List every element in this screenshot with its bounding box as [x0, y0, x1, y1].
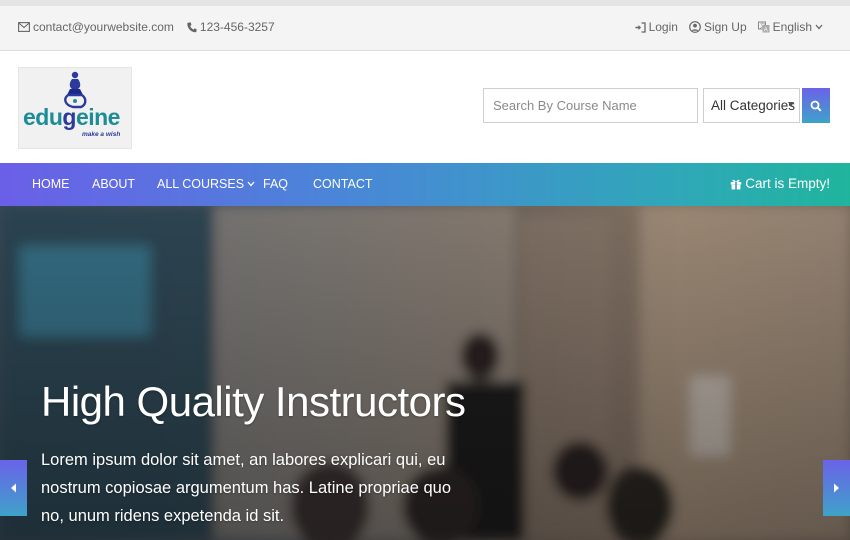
nav-faq[interactable]: FAQ [263, 177, 288, 191]
logo-wordmark: edugeine [23, 104, 120, 130]
hero-description: Lorem ipsum dolor sit amet, an labores e… [41, 451, 451, 525]
chevron-down-icon [815, 24, 823, 30]
language-icon: 文 A [757, 21, 770, 34]
site-header: edugeine make a wish All Categories [0, 51, 850, 163]
user-circle-icon [689, 21, 701, 33]
site-logo[interactable]: edugeine make a wish [18, 67, 132, 149]
svg-text:A: A [763, 28, 767, 34]
course-search-input[interactable] [483, 88, 698, 123]
email-link[interactable]: contact@yourwebsite.com [18, 20, 174, 34]
email-text: contact@yourwebsite.com [33, 20, 174, 34]
cart-label: Cart is Empty! [745, 176, 830, 191]
category-select[interactable]: All Categories [703, 88, 800, 123]
search-button[interactable] [802, 88, 830, 123]
nav-about[interactable]: ABOUT [92, 177, 135, 191]
language-selector[interactable]: 文 A English [757, 20, 826, 34]
search-icon [810, 100, 822, 112]
account-links: Login Sign Up 文 A English [624, 20, 826, 34]
envelope-icon [18, 22, 30, 32]
hero-title: High Quality Instructors [41, 378, 466, 425]
chevron-down-icon [247, 181, 255, 187]
cart-link[interactable]: Cart is Empty! [730, 176, 830, 191]
signup-label: Sign Up [703, 20, 747, 34]
phone-link[interactable]: 123-456-3257 [187, 20, 275, 34]
category-select-value: All Categories [711, 98, 796, 113]
top-bar: contact@yourwebsite.com 123-456-3257 Log… [0, 0, 850, 51]
language-label: English [772, 20, 812, 34]
nav-all-courses[interactable]: ALL COURSES [157, 177, 255, 191]
nav-all-courses-label: ALL COURSES [157, 177, 245, 191]
login-label: Login [648, 20, 678, 34]
hero-slider: High Quality Instructors Lorem ipsum dol… [0, 206, 850, 540]
login-link[interactable]: Login [635, 20, 678, 34]
slider-prev-button[interactable] [0, 460, 27, 516]
slider-next-button[interactable] [823, 460, 850, 516]
phone-icon [187, 22, 197, 32]
signup-link[interactable]: Sign Up [689, 20, 747, 34]
caret-down-icon [788, 102, 794, 107]
gift-icon [731, 179, 742, 189]
main-nav: HOME ABOUT ALL COURSES FAQ CONTACT Cart … [0, 163, 850, 206]
caret-left-icon [11, 483, 16, 493]
contact-info: contact@yourwebsite.com 123-456-3257 [18, 20, 288, 34]
nav-contact[interactable]: CONTACT [313, 177, 373, 191]
nav-home[interactable]: HOME [32, 177, 70, 191]
caret-right-icon [834, 483, 839, 493]
sign-in-icon [635, 21, 646, 33]
phone-text: 123-456-3257 [199, 20, 275, 34]
logo-tagline: make a wish [82, 131, 121, 138]
